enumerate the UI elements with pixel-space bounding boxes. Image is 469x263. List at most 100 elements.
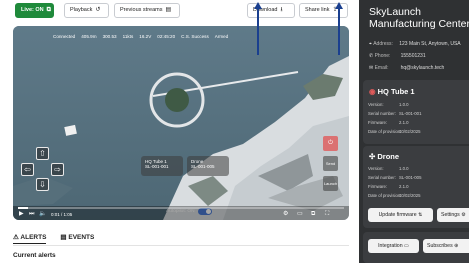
center-info-panel: SkyLaunch Manufacturing Center ⌖ Address…	[359, 0, 469, 263]
power-icon: ⏻	[328, 140, 333, 146]
hq-provision-value: 10/02/2025	[399, 129, 421, 134]
speed-readout: 11kts	[122, 34, 134, 39]
video-progress-fill	[18, 207, 28, 209]
live-toggle-button[interactable]: Live: ON ⧉	[15, 3, 54, 18]
drone-overlay-serial: SL-001-005	[191, 164, 215, 169]
hq-serial-row: Serial number: SL-001-001	[368, 111, 421, 116]
voltage-readout: 16.2V	[139, 34, 152, 39]
upgrade-icon: ⇅	[416, 212, 423, 218]
hq-tube-card: ◉ HQ Tube 1 Version: 1.0.0 Serial number:…	[363, 80, 469, 144]
move-right-button[interactable]: ⇨	[51, 163, 64, 176]
gear-icon: ⚙	[459, 212, 466, 218]
move-up-button[interactable]: ⇧	[36, 147, 49, 160]
tab-events[interactable]: ▤ EVENTS	[60, 233, 94, 244]
update-firmware-button[interactable]: Update firmware ⇅	[368, 208, 433, 222]
link-icon: ▭	[402, 243, 409, 249]
hq-firmware-label: Firmware:	[368, 120, 388, 125]
hq-tube-overlay[interactable]: HQ Tube 1 SL-001-001	[141, 156, 183, 176]
drone-version-value: 1.0.0	[399, 166, 409, 171]
drone-version-row: Version: 1.0.0	[368, 166, 409, 171]
video-time: 0:01 / 1:05	[51, 212, 73, 217]
connection-status: Connected	[53, 34, 76, 39]
email-row: ✉ Email: hq@skylaunch.tech	[369, 65, 444, 71]
cast-icon[interactable]: ⧉	[311, 211, 315, 218]
drone-serial-value: SL-001-005	[399, 175, 422, 180]
settings-button[interactable]: Settings ⚙	[437, 208, 469, 222]
hq-tube-overlay-serial: SL-001-001	[145, 164, 169, 169]
hq-firmware-row: Firmware: 2.1.0	[368, 120, 409, 125]
drone-firmware-row: Firmware: 2.1.0	[368, 184, 409, 189]
divider	[13, 245, 349, 246]
center-name-line1: SkyLaunch	[369, 6, 421, 18]
hq-serial-label: Serial number:	[368, 111, 396, 116]
launch-label: Launch	[323, 181, 338, 186]
move-down-button[interactable]: ⇩	[36, 178, 49, 191]
time-readout: 02:45:20	[157, 34, 176, 39]
arrow-up-icon: ⇧	[39, 149, 46, 158]
drone-card: ✣ Drone Version: 1.0.0 Serial number: SL-0…	[363, 146, 469, 228]
video-toolbar: Live: ON ⧉ Playback ↺ Previous streams ▤ Do…	[0, 0, 355, 22]
tab-alerts-label: ALERTS	[20, 234, 47, 241]
download-icon: ⭳	[280, 7, 283, 13]
current-alerts-heading: Current alerts	[13, 252, 56, 259]
subscribes-button[interactable]: Subscribes ⊕	[423, 239, 469, 253]
launch-button[interactable]: Launch	[323, 176, 338, 191]
drone-overlay[interactable]: Drone SL-001-005	[187, 156, 229, 176]
drone-firmware-label: Firmware:	[368, 184, 388, 189]
hq-provision-label: Date of provision:	[368, 129, 402, 134]
calendar-icon: ▤	[165, 7, 172, 13]
previous-streams-button[interactable]: Previous streams ▤	[114, 3, 180, 18]
hq-serial-value: SL-001-001	[399, 111, 422, 116]
hq-provision-row: Date of provision:10/02/2025	[368, 129, 421, 134]
aerial-lake-image	[13, 26, 349, 220]
drone-provision-value: 10/02/2025	[399, 193, 421, 198]
altitude-readout: 405.9m	[81, 34, 97, 39]
skip-icon[interactable]: ⏭	[29, 211, 34, 218]
video-player[interactable]: Connected 405.9m 300.53 11kts 16.2V 02:4…	[13, 26, 349, 220]
address-label: Address:	[373, 41, 393, 47]
hq-version-row: Version: 1.0.0	[368, 102, 409, 107]
subscribe-icon: ⊕	[452, 243, 459, 249]
settings-label: Settings	[441, 212, 460, 218]
move-left-button[interactable]: ⇦	[21, 163, 34, 176]
cc-icon: ⧉	[46, 7, 51, 13]
address-value: 123 Main St, Anytown, USA	[399, 41, 461, 47]
drone-serial-label: Serial number:	[368, 175, 396, 180]
center-name: SkyLaunch Manufacturing Center	[369, 6, 469, 30]
update-firmware-label: Update firmware	[378, 212, 417, 218]
address-row: ⌖ Address: 123 Main St, Anytown, USA	[369, 41, 461, 47]
rewind-icon: ↺	[95, 7, 101, 13]
integration-button[interactable]: Integration ▭	[368, 239, 419, 253]
subscribes-label: Subscribes	[427, 243, 453, 249]
bottom-tabs: ⚠ ALERTS ▤ EVENTS	[13, 233, 94, 244]
previous-streams-label: Previous streams	[120, 7, 163, 13]
hq-firmware-value: 2.1.0	[399, 120, 409, 125]
send-label: Send	[325, 161, 336, 166]
arrow-right-icon: ⇨	[54, 165, 61, 174]
send-button[interactable]: Send	[323, 156, 338, 171]
settings-icon[interactable]: ⚙	[283, 211, 288, 218]
hq-version-value: 1.0.0	[399, 102, 409, 107]
arrow-left-icon: ⇦	[24, 165, 31, 174]
fullscreen-icon[interactable]: ⛶	[325, 211, 329, 218]
center-name-line2: Manufacturing Center	[369, 18, 469, 30]
email-value[interactable]: hq@skylaunch.tech	[401, 65, 445, 71]
drone-provision-row: Date of provision:10/02/2025	[368, 193, 421, 198]
tube-icon: ◉	[369, 87, 378, 96]
share-link-label: Share link	[305, 7, 330, 13]
drone-firmware-value: 2.1.0	[399, 184, 409, 189]
hq-version-label: Version:	[368, 102, 384, 107]
telemetry-bar: Connected 405.9m 300.53 11kts 16.2V 02:4…	[53, 31, 228, 42]
power-button[interactable]: ⏻	[323, 136, 338, 151]
playback-button[interactable]: Playback ↺	[64, 3, 109, 18]
frequency-readout: 300.53	[102, 34, 117, 39]
drone-serial-row: Serial number: SL-001-005	[368, 175, 421, 180]
pip-icon[interactable]: ▭	[297, 211, 303, 218]
playback-label: Playback	[70, 7, 93, 13]
cs-status: C.S. Success	[181, 34, 209, 39]
play-icon[interactable]: ▶	[19, 211, 24, 218]
volume-icon[interactable]: 🔈	[39, 211, 46, 218]
video-progress-bar[interactable]	[18, 207, 344, 209]
live-label: Live: ON	[21, 7, 44, 13]
tab-alerts[interactable]: ⚠ ALERTS	[13, 233, 47, 244]
